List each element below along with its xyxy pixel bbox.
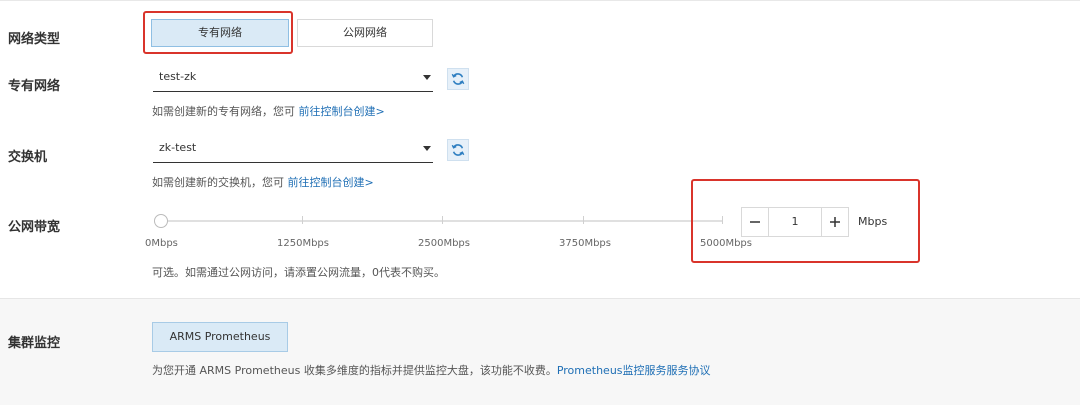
prometheus-agreement-link[interactable]: Prometheus监控服务服务协议 <box>557 364 711 377</box>
slider-tick-label: 1250Mbps <box>277 238 329 249</box>
refresh-icon <box>451 144 465 156</box>
top-divider <box>0 0 1080 1</box>
vswitch-refresh-button[interactable] <box>447 139 469 161</box>
minus-icon <box>750 221 760 223</box>
slider-tick <box>442 216 443 224</box>
decrement-button[interactable] <box>742 208 768 236</box>
vswitch-hint-text: 如需创建新的交换机，您可 <box>152 176 284 189</box>
bandwidth-unit: Mbps <box>858 215 888 228</box>
bandwidth-input[interactable]: 1 <box>768 208 822 236</box>
caret-down-icon <box>423 75 431 80</box>
vswitch-select-value: zk-test <box>159 141 197 154</box>
increment-button[interactable] <box>822 208 848 236</box>
vpc-select-value: test-zk <box>159 70 197 83</box>
slider-tick <box>302 216 303 224</box>
vswitch-label: 交换机 <box>8 150 48 165</box>
arms-prometheus-button[interactable]: ARMS Prometheus <box>152 322 288 352</box>
vpc-select[interactable]: test-zk <box>153 64 433 92</box>
monitoring-hint: 为您开通 ARMS Prometheus 收集多维度的指标并提供监控大盘，该功能… <box>152 362 711 378</box>
vpc-create-link[interactable]: 前往控制台创建> <box>299 105 385 118</box>
bandwidth-label: 公网带宽 <box>8 220 61 235</box>
caret-down-icon <box>423 146 431 151</box>
plus-icon <box>830 217 840 227</box>
bandwidth-stepper[interactable]: 1 <box>741 207 849 237</box>
slider-tick-label: 2500Mbps <box>418 238 470 249</box>
slider-tick <box>583 216 584 224</box>
slider-tick-label: 3750Mbps <box>559 238 611 249</box>
monitoring-label: 集群监控 <box>8 336 61 351</box>
vpc-label: 专有网络 <box>8 79 61 94</box>
network-type-vpc-button[interactable]: 专有网络 <box>151 19 289 47</box>
vpc-hint-text: 如需创建新的专有网络，您可 <box>152 105 295 118</box>
network-type-public-button[interactable]: 公网网络 <box>297 19 433 47</box>
slider-tick-label: 0Mbps <box>145 238 178 249</box>
bandwidth-hint: 可选。如需通过公网访问，请添置公网流量，0代表不购买。 <box>152 266 445 279</box>
monitoring-hint-text: 为您开通 ARMS Prometheus 收集多维度的指标并提供监控大盘，该功能… <box>152 364 557 377</box>
network-type-label: 网络类型 <box>8 32 61 47</box>
vswitch-select[interactable]: zk-test <box>153 135 433 163</box>
refresh-icon <box>451 73 465 85</box>
vpc-refresh-button[interactable] <box>447 68 469 90</box>
bandwidth-slider-handle[interactable] <box>154 214 169 228</box>
vpc-hint: 如需创建新的专有网络，您可 前往控制台创建> <box>152 103 385 119</box>
vswitch-hint: 如需创建新的交换机，您可 前往控制台创建> <box>152 174 374 190</box>
vswitch-create-link[interactable]: 前往控制台创建> <box>288 176 374 189</box>
